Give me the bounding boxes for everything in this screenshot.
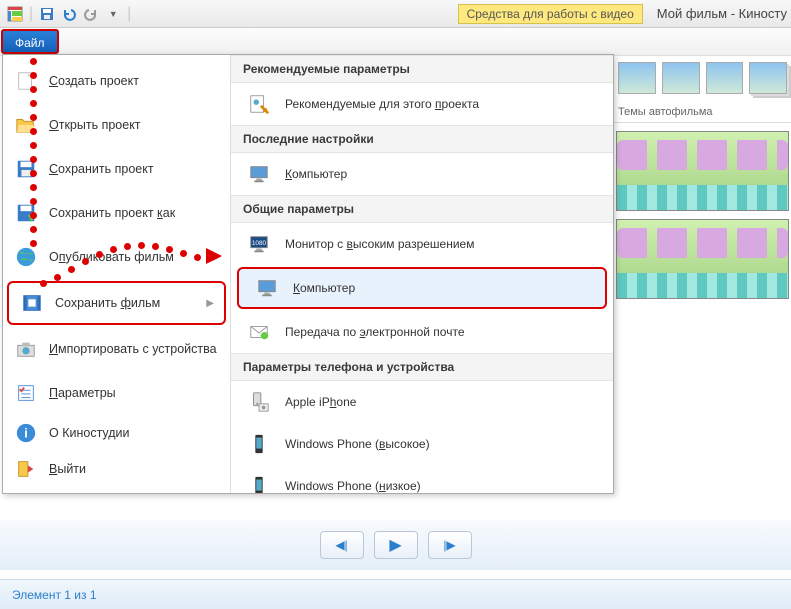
menu-item-exit[interactable]: Выйти — [3, 451, 230, 487]
play-button[interactable]: ▶ — [374, 531, 418, 559]
status-text: Элемент 1 из 1 — [12, 588, 97, 602]
sub-item-label: Apple iPhone — [285, 395, 356, 409]
qat-separator: | — [29, 5, 33, 23]
menu-item-label: Сохранить проект как — [49, 206, 175, 220]
menu-item-open-project[interactable]: Открыть проект — [3, 103, 230, 147]
film-reel-icon — [19, 290, 45, 316]
sub-item-label: Рекомендуемые для этого проекта — [285, 97, 479, 111]
timeline-clip[interactable] — [616, 131, 789, 211]
content-area: Темы автофильма — [614, 54, 791, 494]
submenu-section-common: Общие параметры — [231, 195, 613, 223]
svg-text:1080: 1080 — [252, 240, 267, 247]
open-folder-icon — [13, 112, 39, 138]
menu-item-options[interactable]: Параметры — [3, 371, 230, 415]
file-menu-left: Создать проект Открыть проект Сохранить … — [3, 55, 231, 493]
menu-item-label: Выйти — [49, 462, 86, 476]
monitor-icon — [253, 274, 281, 302]
exit-icon — [13, 456, 39, 482]
theme-thumbnails — [614, 54, 791, 102]
sub-item-iphone[interactable]: Apple iPhone — [231, 381, 613, 423]
menu-item-new-project[interactable]: Создать проект — [3, 59, 230, 103]
menu-item-import-device[interactable]: Импортировать с устройства — [3, 327, 230, 371]
menu-item-label: Сохранить фильм — [55, 296, 160, 310]
menu-item-about[interactable]: i О Киностудии — [3, 415, 230, 451]
sub-item-hd-monitor[interactable]: 1080 Монитор с высоким разрешением — [231, 223, 613, 265]
qat-dropdown-icon[interactable]: ▼ — [105, 6, 121, 22]
menu-item-save-project-as[interactable]: Сохранить проект как — [3, 191, 230, 235]
file-menu-panel: Создать проект Открыть проект Сохранить … — [2, 54, 614, 494]
menu-item-label: Сохранить проект — [49, 162, 154, 176]
sub-item-label: Передача по электронной почте — [285, 325, 465, 339]
menu-item-label: Открыть проект — [49, 118, 141, 132]
sub-item-label: Windows Phone (низкое) — [285, 479, 421, 493]
phone-icon — [245, 430, 273, 458]
iphone-icon — [245, 388, 273, 416]
theme-thumb[interactable] — [706, 62, 744, 94]
submenu-arrow-icon: ▶ — [212, 252, 220, 263]
ribbon-tabs: Файл — [0, 28, 791, 56]
hd-monitor-icon: 1080 — [245, 230, 273, 258]
sub-item-computer-recent[interactable]: Компьютер — [231, 153, 613, 195]
video-tools-tab[interactable]: Средства для работы с видео — [458, 4, 643, 24]
sub-item-recommended-project[interactable]: Рекомендуемые для этого проекта — [231, 83, 613, 125]
titlebar: | ▼ | Средства для работы с видео Мой фи… — [0, 0, 791, 28]
undo-icon[interactable] — [61, 6, 77, 22]
sub-item-label: Компьютер — [285, 167, 347, 181]
phone-icon — [245, 472, 273, 493]
timeline-clip[interactable] — [616, 219, 789, 299]
app-icon — [7, 6, 23, 22]
prev-frame-button[interactable]: ◀| — [320, 531, 364, 559]
menu-item-label: Создать проект — [49, 74, 139, 88]
submenu-section-recent: Последние настройки — [231, 125, 613, 153]
save-as-icon — [13, 200, 39, 226]
options-icon — [13, 380, 39, 406]
window-title: Мой фильм - Киносту — [657, 6, 787, 21]
recommended-icon — [245, 90, 273, 118]
sub-item-computer-common[interactable]: Компьютер — [237, 267, 607, 309]
save-icon[interactable] — [39, 6, 55, 22]
menu-item-save-project[interactable]: Сохранить проект — [3, 147, 230, 191]
themes-section-label: Темы автофильма — [614, 102, 791, 123]
info-icon: i — [13, 420, 39, 446]
status-bar: Элемент 1 из 1 — [0, 579, 791, 609]
menu-item-publish-movie[interactable]: Опубликовать фильм ▶ — [3, 235, 230, 279]
save-movie-submenu: Рекомендуемые параметры Рекомендуемые дл… — [231, 55, 613, 493]
theme-thumb[interactable] — [618, 62, 656, 94]
monitor-icon — [245, 160, 273, 188]
next-frame-button[interactable]: |▶ — [428, 531, 472, 559]
globe-icon — [13, 244, 39, 270]
sub-item-label: Windows Phone (высокое) — [285, 437, 430, 451]
theme-thumb[interactable] — [749, 62, 787, 94]
save-disk-icon — [13, 156, 39, 182]
new-project-icon — [13, 68, 39, 94]
submenu-section-recommended: Рекомендуемые параметры — [231, 55, 613, 83]
submenu-section-phone: Параметры телефона и устройства — [231, 353, 613, 381]
menu-item-label: Параметры — [49, 386, 116, 400]
menu-item-label: Импортировать с устройства — [49, 342, 217, 356]
sub-item-wp-low[interactable]: Windows Phone (низкое) — [231, 465, 613, 493]
email-icon — [245, 318, 273, 346]
camera-icon — [13, 336, 39, 362]
menu-item-save-movie[interactable]: Сохранить фильм ▶ — [7, 281, 226, 325]
menu-item-label: Опубликовать фильм — [49, 250, 174, 264]
file-tab[interactable]: Файл — [1, 29, 59, 54]
sub-item-label: Компьютер — [293, 281, 355, 295]
sub-item-wp-high[interactable]: Windows Phone (высокое) — [231, 423, 613, 465]
submenu-arrow-icon: ▶ — [206, 298, 214, 309]
redo-icon[interactable] — [83, 6, 99, 22]
menu-item-label: О Киностудии — [49, 426, 130, 440]
sub-item-email[interactable]: Передача по электронной почте — [231, 311, 613, 353]
svg-text:i: i — [24, 426, 28, 441]
qat-separator: | — [127, 5, 131, 23]
sub-item-label: Монитор с высоким разрешением — [285, 237, 474, 251]
theme-thumb[interactable] — [662, 62, 700, 94]
player-controls: ◀| ▶ |▶ — [0, 520, 791, 570]
